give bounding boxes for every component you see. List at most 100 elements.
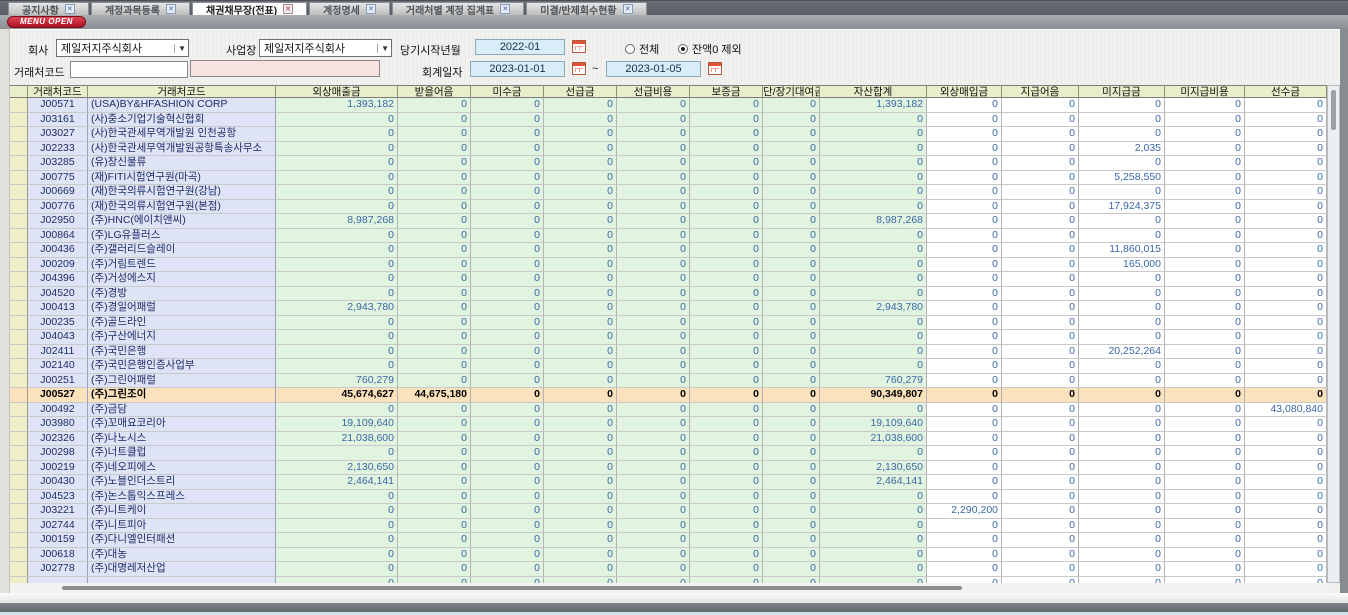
amount-cell[interactable]: 0: [690, 229, 763, 244]
amount-cell[interactable]: 0: [544, 156, 617, 171]
amount-cell[interactable]: 0: [1079, 330, 1165, 345]
amount-cell[interactable]: 0: [1002, 156, 1079, 171]
amount-cell[interactable]: 0: [927, 345, 1002, 360]
amount-cell[interactable]: 0: [276, 142, 398, 157]
amount-cell[interactable]: 0: [763, 345, 820, 360]
amount-cell[interactable]: 0: [544, 446, 617, 461]
amount-cell[interactable]: 0: [276, 272, 398, 287]
amount-cell[interactable]: 0: [544, 417, 617, 432]
amount-cell[interactable]: 0: [276, 577, 398, 583]
amount-cell[interactable]: 0: [690, 287, 763, 302]
column-header[interactable]: 거래처코드: [88, 85, 276, 98]
tab-미결/반제회수현황[interactable]: 미결/반제회수현황✕: [526, 2, 646, 15]
vendor-name-cell[interactable]: (주)니트케이: [88, 504, 276, 519]
amount-cell[interactable]: 0: [1165, 301, 1245, 316]
amount-cell[interactable]: 0: [763, 330, 820, 345]
tab-공지사항[interactable]: 공지사항✕: [8, 2, 89, 15]
amount-cell[interactable]: 0: [820, 113, 927, 128]
amount-cell[interactable]: 0: [927, 548, 1002, 563]
amount-cell[interactable]: 0: [617, 185, 690, 200]
amount-cell[interactable]: 0: [544, 504, 617, 519]
amount-cell[interactable]: 0: [1002, 519, 1079, 534]
amount-cell[interactable]: 0: [927, 446, 1002, 461]
amount-cell[interactable]: 0: [820, 562, 927, 577]
vendor-name-cell[interactable]: (주)경방: [88, 287, 276, 302]
amount-cell[interactable]: 0: [1165, 127, 1245, 142]
amount-cell[interactable]: 0: [763, 504, 820, 519]
amount-cell[interactable]: 0: [763, 156, 820, 171]
column-header[interactable]: 선급금: [544, 85, 617, 98]
amount-cell[interactable]: 0: [471, 229, 544, 244]
amount-cell[interactable]: 0: [398, 258, 471, 273]
column-header[interactable]: 선수금: [1245, 85, 1327, 98]
amount-cell[interactable]: 0: [544, 171, 617, 186]
vendor-code-cell[interactable]: J02778: [28, 562, 88, 577]
amount-cell[interactable]: 0: [1245, 432, 1327, 447]
amount-cell[interactable]: 0: [471, 142, 544, 157]
vertical-scrollbar[interactable]: [1327, 85, 1340, 583]
amount-cell[interactable]: 0: [690, 272, 763, 287]
amount-cell[interactable]: 0: [1079, 98, 1165, 113]
vendor-name-input[interactable]: [190, 60, 380, 77]
vendor-name-cell[interactable]: (USA)BY&HFASHION CORP: [88, 98, 276, 113]
amount-cell[interactable]: 0: [276, 519, 398, 534]
amount-cell[interactable]: 0: [617, 301, 690, 316]
vendor-name-cell[interactable]: (주)그린조이: [88, 388, 276, 403]
amount-cell[interactable]: 0: [690, 519, 763, 534]
amount-cell[interactable]: 0: [398, 171, 471, 186]
table-row[interactable]: J03980(주)꼬매요코리아19,109,64000000019,109,64…: [10, 417, 1327, 432]
amount-cell[interactable]: 0: [398, 577, 471, 583]
vendor-name-cell[interactable]: (주)그린어패럴: [88, 374, 276, 389]
amount-cell[interactable]: 0: [1245, 490, 1327, 505]
vendor-code-cell[interactable]: [28, 577, 88, 583]
amount-cell[interactable]: 19,109,640: [276, 417, 398, 432]
amount-cell[interactable]: 0: [1165, 316, 1245, 331]
amount-cell[interactable]: 0: [617, 490, 690, 505]
amount-cell[interactable]: 0: [617, 562, 690, 577]
amount-cell[interactable]: 0: [1245, 229, 1327, 244]
amount-cell[interactable]: 0: [276, 243, 398, 258]
table-row[interactable]: J00864(주)LG유플러스0000000000000: [10, 229, 1327, 244]
vendor-name-cell[interactable]: (주)LG유플러스: [88, 229, 276, 244]
vendor-name-cell[interactable]: (사)중소기업기술혁신협회: [88, 113, 276, 128]
amount-cell[interactable]: 0: [763, 229, 820, 244]
amount-cell[interactable]: 0: [820, 171, 927, 186]
amount-cell[interactable]: 0: [471, 504, 544, 519]
amount-cell[interactable]: 0: [617, 171, 690, 186]
vendor-code-cell[interactable]: J02140: [28, 359, 88, 374]
amount-cell[interactable]: 0: [1002, 374, 1079, 389]
vendor-code-cell[interactable]: J00436: [28, 243, 88, 258]
amount-cell[interactable]: 0: [1002, 345, 1079, 360]
vendor-name-cell[interactable]: (유)창신물류: [88, 156, 276, 171]
vendor-code-input[interactable]: [70, 61, 188, 78]
table-row[interactable]: J00219(주)네오피에스2,130,6500000002,130,65000…: [10, 461, 1327, 476]
amount-cell[interactable]: 5,258,550: [1079, 171, 1165, 186]
amount-cell[interactable]: 0: [1165, 461, 1245, 476]
amount-cell[interactable]: 0: [927, 258, 1002, 273]
amount-cell[interactable]: 0: [763, 258, 820, 273]
amount-cell[interactable]: 0: [617, 229, 690, 244]
amount-cell[interactable]: 0: [1002, 403, 1079, 418]
amount-cell[interactable]: 0: [398, 287, 471, 302]
amount-cell[interactable]: 0: [820, 127, 927, 142]
table-row[interactable]: J00669(재)한국의류시험연구원(강남)0000000000000: [10, 185, 1327, 200]
amount-cell[interactable]: 0: [763, 98, 820, 113]
row-selector-cell[interactable]: [10, 185, 28, 200]
amount-cell[interactable]: 0: [820, 142, 927, 157]
amount-cell[interactable]: 0: [763, 171, 820, 186]
amount-cell[interactable]: 0: [276, 200, 398, 215]
calendar-icon[interactable]: [708, 62, 722, 75]
row-selector-cell[interactable]: [10, 229, 28, 244]
amount-cell[interactable]: 0: [1165, 185, 1245, 200]
amount-cell[interactable]: 0: [1165, 156, 1245, 171]
row-selector-cell[interactable]: [10, 359, 28, 374]
amount-cell[interactable]: 0: [1245, 345, 1327, 360]
table-row[interactable]: J00298(주)너트클럽0000000000000: [10, 446, 1327, 461]
amount-cell[interactable]: 21,038,600: [820, 432, 927, 447]
amount-cell[interactable]: 2,290,200: [927, 504, 1002, 519]
table-row[interactable]: J03027(사)한국관세무역개발원 인천공항0000000000000: [10, 127, 1327, 142]
amount-cell[interactable]: 0: [927, 432, 1002, 447]
amount-cell[interactable]: 0: [544, 475, 617, 490]
amount-cell[interactable]: 0: [1002, 229, 1079, 244]
amount-cell[interactable]: 0: [763, 403, 820, 418]
